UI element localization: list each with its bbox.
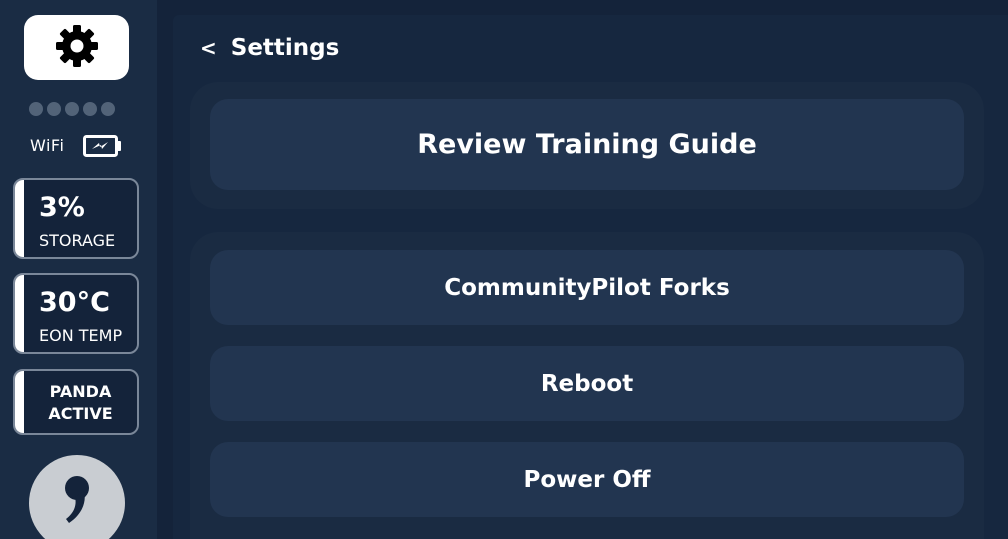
wifi-status: WiFi [30,134,130,158]
app-root: WiFi 3% STORAGE 30°C EON TEMP PANDA ACTI… [0,0,1008,539]
status-indicator-bar [15,371,24,433]
temperature-status-card: 30°C EON TEMP [13,273,139,354]
panda-status-text: PANDA ACTIVE [24,381,137,425]
signal-dot [83,102,97,116]
network-signal-dots [29,102,115,116]
home-button[interactable] [29,455,125,539]
back-chevron-icon: < [200,36,217,60]
panda-status-line2: ACTIVE [48,404,113,423]
temperature-label: EON TEMP [39,326,123,345]
signal-dot [101,102,115,116]
page-title: Settings [230,35,340,61]
settings-button[interactable] [24,15,129,80]
status-indicator-bar [15,275,24,352]
power-off-button[interactable]: Power Off [210,442,964,517]
status-indicator-bar [15,180,24,257]
back-to-settings[interactable]: < Settings [200,32,339,64]
review-training-guide-button[interactable]: Review Training Guide [210,99,964,190]
panda-status-card: PANDA ACTIVE [13,369,139,435]
wifi-label: WiFi [30,136,65,155]
gear-icon [54,23,100,73]
storage-label: STORAGE [39,231,116,250]
signal-dot [65,102,79,116]
comma-logo-icon [65,476,89,523]
storage-status-card: 3% STORAGE [13,178,139,259]
signal-dot [29,102,43,116]
sidebar: WiFi 3% STORAGE 30°C EON TEMP PANDA ACTI… [0,0,157,539]
storage-value: 3% [39,192,85,223]
battery-charging-icon [83,135,123,161]
communitypilot-forks-button[interactable]: CommunityPilot Forks [210,250,964,325]
panda-status-line1: PANDA [49,382,112,401]
signal-dot [47,102,61,116]
reboot-button[interactable]: Reboot [210,346,964,421]
temperature-value: 30°C [39,287,110,318]
